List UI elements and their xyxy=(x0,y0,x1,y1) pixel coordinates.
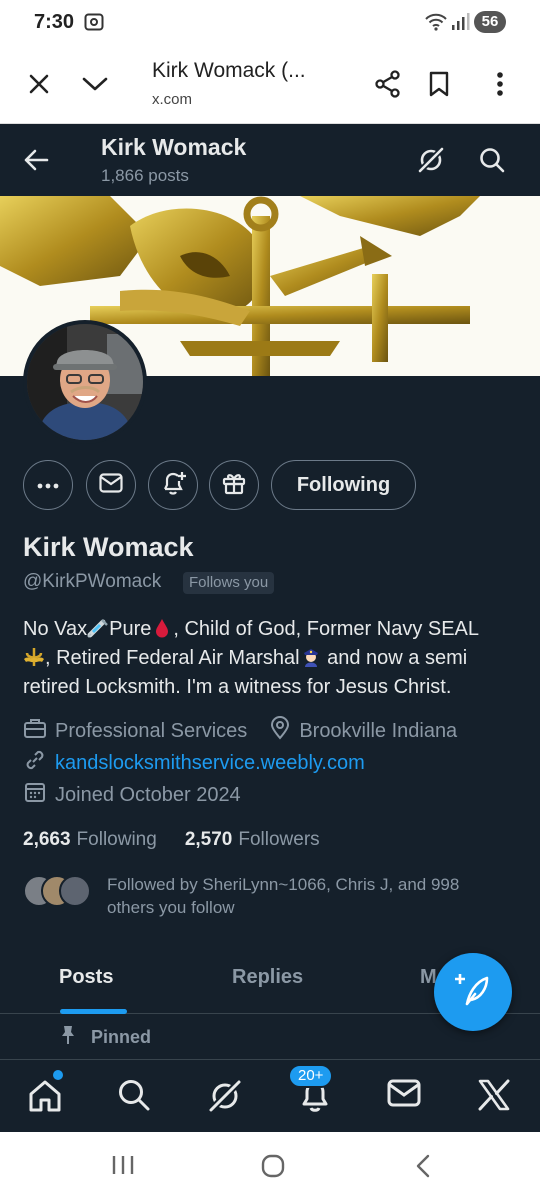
bio-text: , Retired Federal Air Marshal xyxy=(45,647,300,669)
bio-text: , Child of God, Former Navy SEAL xyxy=(173,618,480,640)
link-icon xyxy=(23,748,55,778)
following-count-link[interactable]: 2,663 Following xyxy=(23,829,157,851)
active-tab-indicator xyxy=(60,1009,127,1014)
briefcase-icon xyxy=(23,717,55,745)
profile-header-bar: Kirk Womack 1,866 posts xyxy=(0,124,540,196)
x-logo-icon[interactable] xyxy=(477,1078,511,1117)
status-bar: 7:30 56 xyxy=(0,0,540,44)
wifi-icon xyxy=(424,12,448,37)
followers-count: 2,570 xyxy=(184,829,233,850)
x-profile-page: Kirk Womack 1,866 posts Following Kirk W… xyxy=(0,124,540,1132)
tab-posts[interactable]: Posts xyxy=(59,966,113,989)
bio-text: Pure xyxy=(109,618,152,640)
recent-apps-icon[interactable] xyxy=(111,1154,135,1181)
following-label: Following xyxy=(76,829,157,850)
home-new-indicator xyxy=(53,1070,63,1080)
more-vert-icon[interactable] xyxy=(484,68,516,100)
more-options-button[interactable] xyxy=(23,460,73,510)
browser-page-title: Kirk Womack (... xyxy=(152,59,306,82)
gift-button[interactable] xyxy=(209,460,259,510)
followers-label: Followers xyxy=(238,829,320,850)
signal-icon xyxy=(450,12,470,37)
bottom-navigation: 20+ xyxy=(0,1059,540,1132)
browser-toolbar: Kirk Womack (... x.com xyxy=(0,44,540,124)
chevron-down-icon[interactable] xyxy=(79,68,111,100)
profile-bio: No Vax Pure , Child of God, Former Navy SE… xyxy=(23,615,523,702)
following-count: 2,663 xyxy=(23,829,71,850)
header-post-count: 1,866 posts xyxy=(101,166,189,185)
mutual-follower-avatars xyxy=(23,875,93,909)
battery-indicator: 56 xyxy=(474,11,506,33)
pinned-label: Pinned xyxy=(59,1025,151,1050)
profile-avatar[interactable] xyxy=(23,320,147,444)
profile-actions: Following xyxy=(0,460,540,512)
syringe-icon xyxy=(87,618,109,638)
more-horizontal-icon xyxy=(37,476,59,494)
profile-meta-website: kandslocksmithservice.weebly.com xyxy=(23,750,365,776)
profile-meta-joined: Joined October 2024 xyxy=(23,782,241,808)
screenshot-icon xyxy=(84,13,104,36)
bio-text: No Vax xyxy=(23,618,88,640)
location-pin-icon xyxy=(269,716,299,746)
back-arrow-icon[interactable] xyxy=(22,146,50,179)
messages-mail-icon[interactable] xyxy=(387,1078,421,1113)
pinned-text: Pinned xyxy=(91,1027,152,1047)
profile-handle: @KirkPWomack xyxy=(23,571,162,592)
compose-feather-icon xyxy=(455,972,491,1013)
bio-text: and now a semi xyxy=(321,647,468,669)
status-time: 7:30 xyxy=(34,11,75,33)
grok-icon[interactable] xyxy=(416,145,446,180)
followed-by-line: Followed by SheriLynn~1066, Chris J, and… xyxy=(107,875,460,894)
profile-meta-category-location: Professional Services Brookville Indiana xyxy=(23,716,458,746)
follow-counts: 2,663 Following 2,570 Followers xyxy=(23,829,320,851)
followers-count-link[interactable]: 2,570 Followers xyxy=(185,829,320,851)
share-icon[interactable] xyxy=(372,68,404,100)
following-button[interactable]: Following xyxy=(271,460,416,510)
grok-icon[interactable] xyxy=(207,1078,243,1119)
bell-plus-icon xyxy=(160,470,186,501)
notifications-badge: 20+ xyxy=(288,1064,334,1088)
trident-emblem-icon xyxy=(23,647,45,667)
back-icon[interactable] xyxy=(414,1154,432,1183)
system-navigation-bar xyxy=(0,1132,540,1200)
police-officer-icon xyxy=(300,647,322,667)
profile-location: Brookville Indiana xyxy=(299,719,458,742)
profile-category: Professional Services xyxy=(55,719,248,742)
header-profile-name: Kirk Womack xyxy=(101,134,247,160)
bio-text: retired Locksmith. I'm a witness for Jes… xyxy=(23,676,452,698)
pin-icon xyxy=(59,1025,91,1050)
search-icon[interactable] xyxy=(478,146,506,179)
profile-display-name: Kirk Womack xyxy=(23,532,194,562)
avatar xyxy=(59,875,91,907)
home-button-icon[interactable] xyxy=(261,1154,285,1183)
profile-joined-date: Joined October 2024 xyxy=(55,783,241,806)
followed-by-text: Followed by SheriLynn~1066, Chris J, and… xyxy=(107,873,517,919)
bookmark-icon[interactable] xyxy=(423,68,455,100)
tab-replies[interactable]: Replies xyxy=(232,966,303,989)
calendar-icon xyxy=(23,780,55,810)
profile-website-link[interactable]: kandslocksmithservice.weebly.com xyxy=(55,752,365,775)
notifications-subscribe-button[interactable] xyxy=(148,460,198,510)
follows-you-badge: Follows you xyxy=(183,572,275,594)
blood-drop-icon xyxy=(151,618,173,638)
close-icon[interactable] xyxy=(23,68,55,100)
message-button[interactable] xyxy=(86,460,136,510)
mail-icon xyxy=(99,472,123,498)
followed-by-line: others you follow xyxy=(107,898,235,917)
gift-icon xyxy=(222,471,246,500)
explore-search-icon[interactable] xyxy=(117,1078,151,1117)
compose-post-button[interactable] xyxy=(434,953,512,1031)
home-icon[interactable] xyxy=(27,1078,63,1119)
browser-page-url: x.com xyxy=(152,91,193,108)
